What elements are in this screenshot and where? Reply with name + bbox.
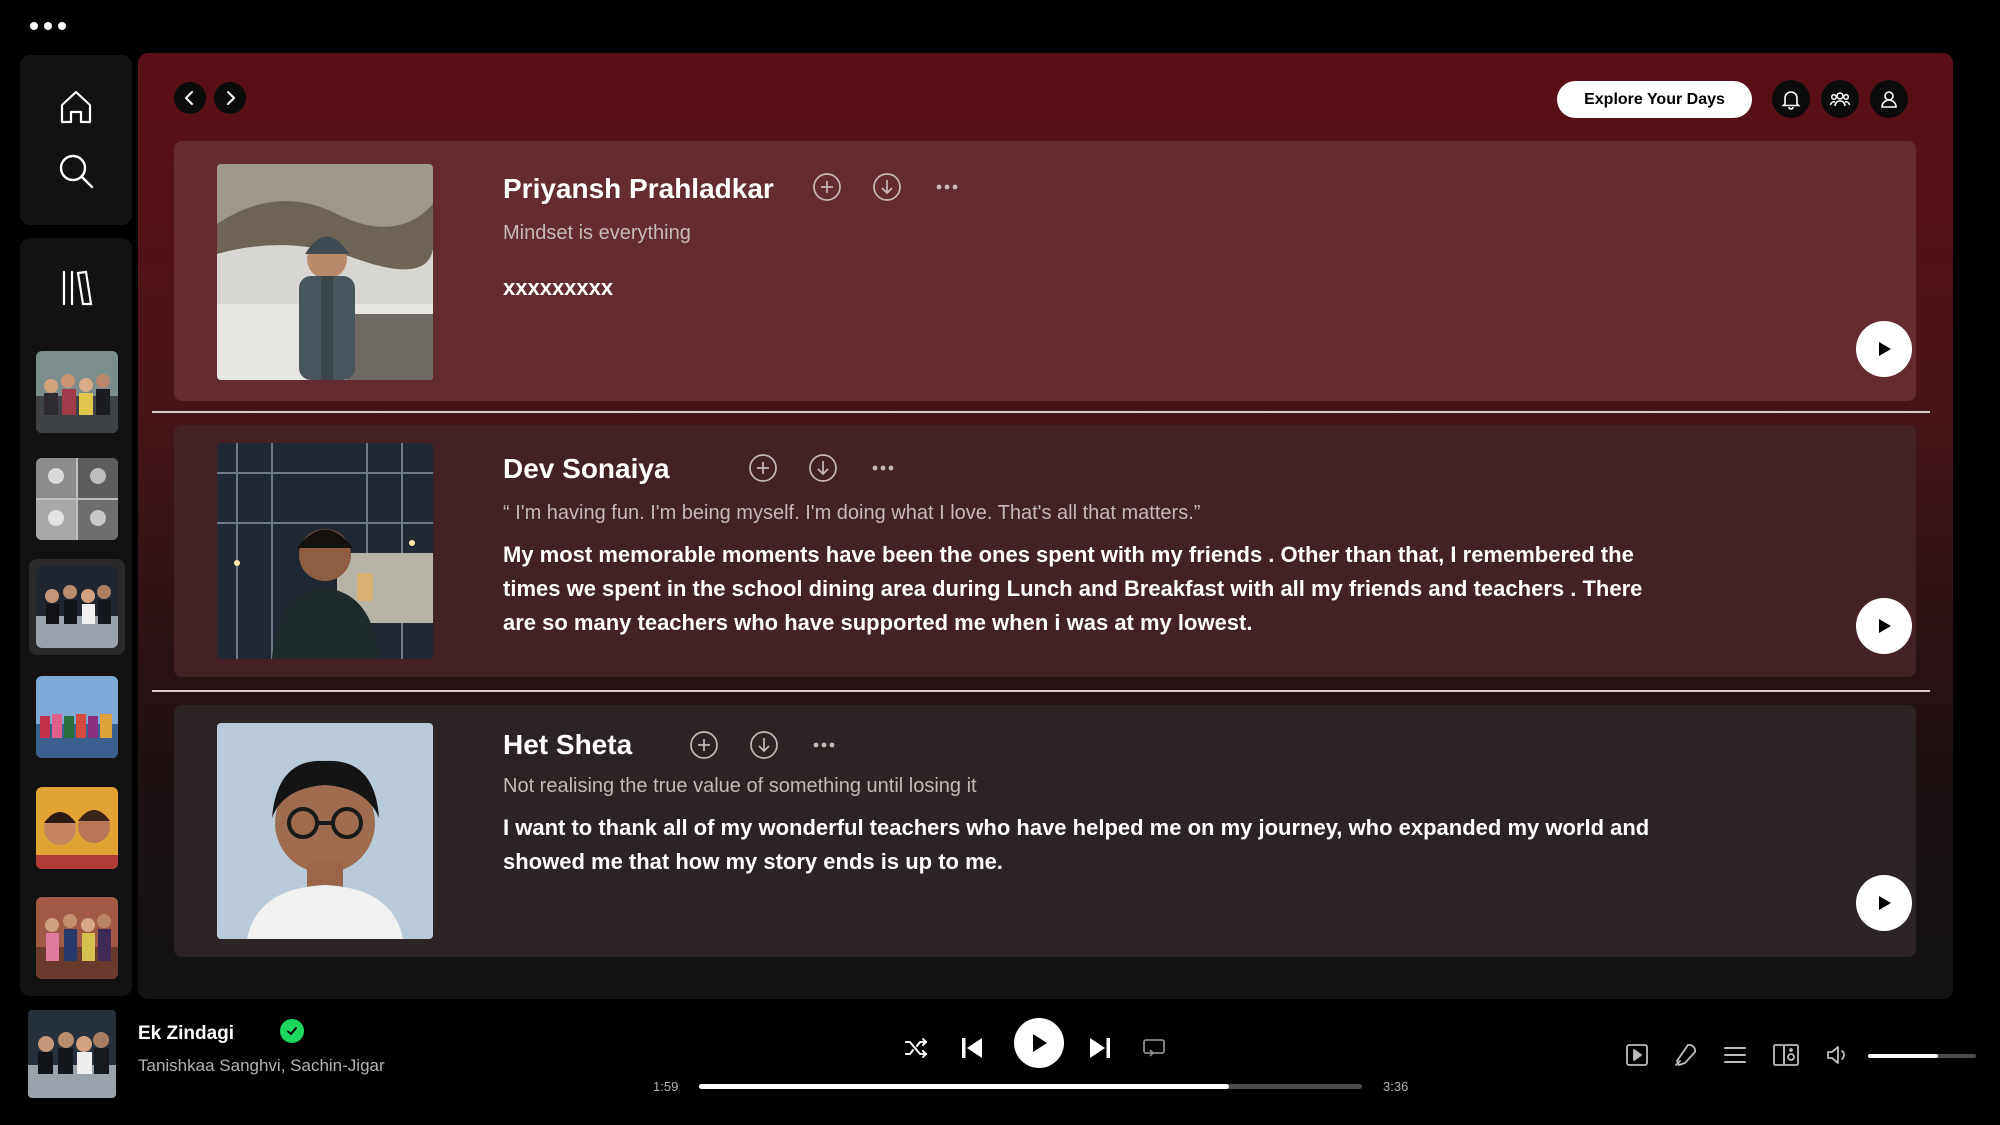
volume-icon[interactable] xyxy=(1823,1040,1853,1070)
playlist-thumbnail[interactable] xyxy=(36,787,118,869)
volume-slider-fill xyxy=(1868,1054,1939,1058)
track-artists[interactable]: Tanishkaa Sanghvi, Sachin-Jigar xyxy=(138,1056,385,1076)
add-icon[interactable] xyxy=(747,452,779,484)
memory-card[interactable]: Priyansh Prahladkar Mindset is everythin… xyxy=(174,141,1916,401)
search-icon[interactable] xyxy=(54,149,98,193)
play-icon xyxy=(1879,619,1891,633)
chevron-right-icon xyxy=(227,91,235,105)
card-tagline: Not realising the true value of somethin… xyxy=(503,775,977,797)
friends-activity-button[interactable] xyxy=(1821,80,1859,118)
play-button[interactable] xyxy=(1856,598,1912,654)
memory-card[interactable]: Dev Sonaiya “ I'm having fun. I'm being … xyxy=(174,425,1916,677)
play-icon xyxy=(1879,896,1891,910)
playlist-thumbnail[interactable] xyxy=(36,566,118,648)
card-actions xyxy=(811,171,963,203)
card-name: Priyansh Prahladkar xyxy=(503,173,774,204)
memory-card[interactable]: Het Sheta Not realising the true value o… xyxy=(174,705,1916,957)
more-options-icon[interactable] xyxy=(931,171,963,203)
play-pause-button[interactable] xyxy=(1014,1018,1064,1068)
now-playing-cover[interactable] xyxy=(28,1010,116,1098)
track-title[interactable]: Ek Zindagi xyxy=(138,1023,234,1045)
skip-forward-icon xyxy=(1090,1038,1110,1058)
playlist-thumbnail[interactable] xyxy=(36,458,118,540)
explore-your-days-button[interactable]: Explore Your Days xyxy=(1557,81,1752,118)
card-message: I want to thank all of my wonderful teac… xyxy=(503,815,1650,874)
download-icon[interactable] xyxy=(871,171,903,203)
add-icon[interactable] xyxy=(811,171,843,203)
card-actions xyxy=(688,729,840,761)
card-tagline: “ I'm having fun. I'm being myself. I'm … xyxy=(503,502,1201,524)
window-menu-icon[interactable] xyxy=(30,22,66,30)
forward-button[interactable] xyxy=(214,82,246,114)
profile-button[interactable] xyxy=(1870,80,1908,118)
back-button[interactable] xyxy=(174,82,206,114)
card-name: Dev Sonaiya xyxy=(503,453,670,484)
playback-progress-bar[interactable] xyxy=(699,1084,1362,1089)
playlist-thumbnail[interactable] xyxy=(36,676,118,758)
liked-check-icon[interactable] xyxy=(280,1019,304,1043)
user-icon xyxy=(1881,91,1897,108)
queue-icon[interactable] xyxy=(1720,1040,1750,1070)
playback-progress-fill xyxy=(699,1084,1230,1089)
now-playing-view-icon[interactable] xyxy=(1622,1040,1652,1070)
shuffle-icon[interactable] xyxy=(900,1032,932,1064)
play-icon xyxy=(1033,1034,1047,1052)
download-icon[interactable] xyxy=(748,729,780,761)
bell-icon xyxy=(1781,91,1801,110)
card-actions xyxy=(747,452,899,484)
card-photo xyxy=(217,443,433,659)
play-button[interactable] xyxy=(1856,321,1912,377)
elapsed-time: 1:59 xyxy=(653,1079,679,1094)
more-options-icon[interactable] xyxy=(867,452,899,484)
library-icon[interactable] xyxy=(54,266,98,310)
main-panel: Explore Your Days Priyansh Prahladkar Mi… xyxy=(138,53,1953,999)
playlist-thumbnail[interactable] xyxy=(36,351,118,433)
add-icon[interactable] xyxy=(688,729,720,761)
chevron-left-icon xyxy=(185,91,193,105)
download-icon[interactable] xyxy=(807,452,839,484)
playlist-thumbnail[interactable] xyxy=(36,897,118,979)
card-divider xyxy=(152,411,1930,413)
more-options-icon[interactable] xyxy=(808,729,840,761)
next-track-button[interactable] xyxy=(1083,1031,1117,1065)
friends-icon xyxy=(1829,92,1851,107)
volume-slider[interactable] xyxy=(1868,1054,1976,1058)
notifications-button[interactable] xyxy=(1772,80,1810,118)
previous-track-button[interactable] xyxy=(955,1031,989,1065)
card-name: Het Sheta xyxy=(503,729,633,760)
play-icon xyxy=(1879,342,1891,356)
card-tagline: Mindset is everything xyxy=(503,222,691,244)
sidebar-nav xyxy=(20,55,132,225)
home-icon[interactable] xyxy=(54,85,98,129)
play-button[interactable] xyxy=(1856,875,1912,931)
connect-device-icon[interactable] xyxy=(1771,1040,1801,1070)
skip-back-icon xyxy=(962,1038,982,1058)
card-photo xyxy=(217,723,433,939)
card-photo xyxy=(217,164,433,380)
card-divider xyxy=(152,690,1930,692)
card-message: My most memorable moments have been the … xyxy=(503,542,1643,635)
card-message: xxxxxxxxx xyxy=(503,275,614,300)
track-duration: 3:36 xyxy=(1383,1079,1409,1094)
repeat-icon[interactable] xyxy=(1138,1031,1170,1063)
lyrics-icon[interactable] xyxy=(1670,1040,1700,1070)
